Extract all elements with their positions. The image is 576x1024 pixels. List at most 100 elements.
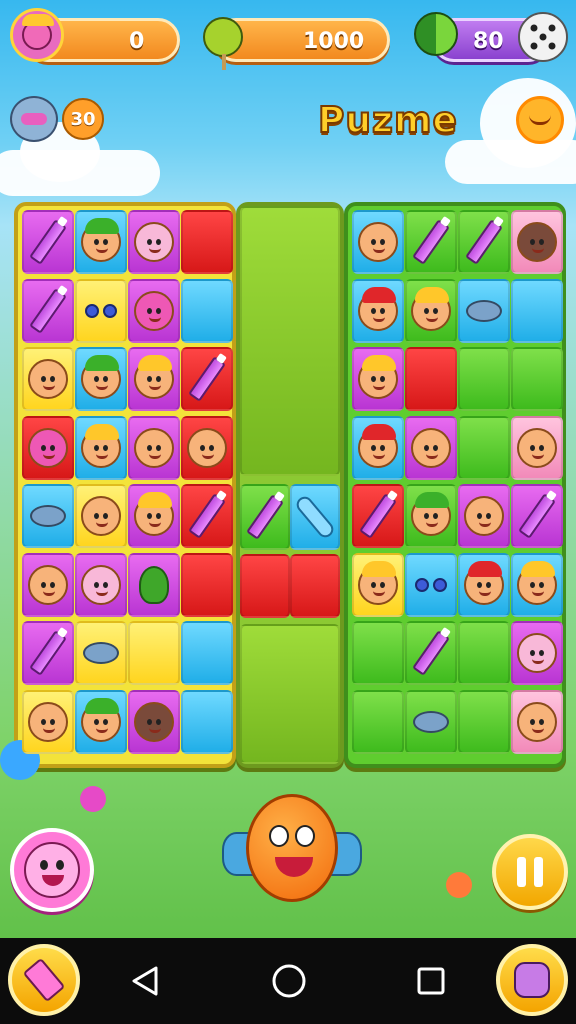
left-board-tile-r3c1[interactable] [75, 415, 127, 480]
right-board-tile-r4c2[interactable] [458, 484, 510, 548]
left-board-tile-r0c2[interactable] [128, 210, 180, 274]
right-board-tile-r5c0[interactable] [352, 552, 404, 617]
left-board-tile-r6c0[interactable] [22, 621, 74, 685]
right-board-tile-r7c3[interactable] [511, 689, 563, 754]
right-board-tile-r7c2[interactable] [458, 689, 510, 754]
left-board-tile-r0c1[interactable] [75, 210, 127, 274]
right-board-tile-r6c2[interactable] [458, 621, 510, 685]
right-board-tile-r6c1[interactable] [405, 621, 457, 685]
right-board-tile-r0c3[interactable] [511, 210, 563, 274]
right-board-tile-r7c0[interactable] [352, 689, 404, 754]
left-board-tile-r1c0[interactable] [22, 278, 74, 343]
pause-icon [517, 857, 543, 887]
eraser-icon[interactable] [8, 944, 80, 1016]
left-board-tile-r0c3[interactable] [181, 210, 233, 274]
right-board-tile-r3c3[interactable] [511, 415, 563, 480]
gadget-icon [30, 505, 66, 527]
right-board-tile-r5c1[interactable] [405, 552, 457, 617]
right-board-tile-r3c2[interactable] [458, 415, 510, 480]
left-board-tile-r0c0[interactable] [22, 210, 74, 274]
right-board-tile-r0c1[interactable] [405, 210, 457, 274]
pencil-icon [29, 219, 67, 265]
left-board-tile-r5c3[interactable] [181, 552, 233, 617]
leaf-icon[interactable] [414, 12, 458, 56]
left-board-tile-r4c3[interactable] [181, 484, 233, 548]
character-button[interactable] [10, 828, 94, 912]
smiley-candy-icon [222, 790, 362, 910]
face-character-icon [464, 560, 504, 605]
right-board-tile-r5c2[interactable] [458, 552, 510, 617]
lollipop-icon[interactable] [196, 10, 250, 70]
right-board-tile-r1c0[interactable] [352, 278, 404, 343]
center-board-tile-r1c1[interactable] [290, 484, 340, 550]
ninja-character-icon [28, 427, 68, 468]
right-board-tile-r4c1[interactable] [405, 484, 457, 548]
pencil-icon [412, 630, 450, 676]
left-board-tile-r2c0[interactable] [22, 347, 74, 411]
home-icon[interactable] [266, 958, 312, 1004]
face-character-icon [411, 286, 451, 331]
character-swap-button[interactable] [496, 944, 568, 1016]
left-board-tile-r6c1[interactable] [75, 621, 127, 685]
left-board-tile-r7c2[interactable] [128, 689, 180, 754]
face-character-icon [464, 496, 504, 536]
left-board-tile-r4c0[interactable] [22, 484, 74, 548]
face-character-icon [358, 423, 398, 468]
center-board-tile-r2c0[interactable] [240, 554, 290, 618]
left-board-tile-r3c3[interactable] [181, 415, 233, 480]
right-board-tile-r1c3[interactable] [511, 278, 563, 343]
left-board-tile-r7c3[interactable] [181, 689, 233, 754]
right-board-tile-r6c3[interactable] [511, 621, 563, 685]
right-board-tile-r1c1[interactable] [405, 278, 457, 343]
smiley-icon [24, 842, 80, 898]
gadget-icon[interactable] [10, 96, 58, 142]
center-board-tile-r1c0[interactable] [240, 484, 290, 550]
center-board-tile-r2c1[interactable] [290, 554, 340, 618]
left-board-tile-r6c2[interactable] [128, 621, 180, 685]
left-board-tile-r4c1[interactable] [75, 484, 127, 548]
dice-icon[interactable] [518, 12, 568, 62]
left-board-tile-r7c1[interactable] [75, 689, 127, 754]
left-board-tile-r5c0[interactable] [22, 552, 74, 617]
left-board-tile-r3c2[interactable] [128, 415, 180, 480]
left-board-tile-r2c1[interactable] [75, 347, 127, 411]
left-board-tile-r5c1[interactable] [75, 552, 127, 617]
left-board-tile-r7c0[interactable] [22, 689, 74, 754]
right-board-tile-r0c2[interactable] [458, 210, 510, 274]
flowers-icon [415, 577, 447, 592]
pause-button[interactable] [492, 834, 568, 910]
right-board-tile-r0c0[interactable] [352, 210, 404, 274]
right-board-tile-r2c3[interactable] [511, 347, 563, 411]
right-board-tile-r2c0[interactable] [352, 347, 404, 411]
left-board-tile-r1c1[interactable] [75, 278, 127, 343]
right-board-tile-r7c1[interactable] [405, 689, 457, 754]
left-board-tile-r2c3[interactable] [181, 347, 233, 411]
left-board-tile-r4c2[interactable] [128, 484, 180, 548]
right-board-tile-r4c3[interactable] [511, 484, 563, 548]
left-board-tile-r1c3[interactable] [181, 278, 233, 343]
right-board-tile-r5c3[interactable] [511, 552, 563, 617]
center-board-tile-r0c0[interactable] [240, 206, 340, 476]
left-board-tile-r2c2[interactable] [128, 347, 180, 411]
game-title: Puzme [317, 99, 458, 142]
face-character-icon [358, 222, 398, 262]
left-board-tile-r5c2[interactable] [128, 552, 180, 617]
right-board-tile-r3c1[interactable] [405, 415, 457, 480]
moves-value: 80 [473, 29, 504, 54]
face-avatar-icon[interactable] [10, 8, 64, 62]
right-board-tile-r2c2[interactable] [458, 347, 510, 411]
right-board-tile-r6c0[interactable] [352, 621, 404, 685]
right-board-tile-r4c0[interactable] [352, 484, 404, 548]
face-character-icon [134, 492, 174, 536]
left-board-tile-r6c3[interactable] [181, 621, 233, 685]
face-character-icon [28, 359, 68, 399]
right-board-tile-r3c0[interactable] [352, 415, 404, 480]
back-icon[interactable] [122, 958, 168, 1004]
recent-apps-icon[interactable] [408, 958, 454, 1004]
right-board-tile-r1c2[interactable] [458, 278, 510, 343]
right-board-tile-r2c1[interactable] [405, 347, 457, 411]
left-board-tile-r1c2[interactable] [128, 278, 180, 343]
left-board-tile-r3c0[interactable] [22, 415, 74, 480]
booster-count-badge: 30 [62, 98, 104, 140]
center-board-tile-r3c0[interactable] [240, 624, 340, 764]
